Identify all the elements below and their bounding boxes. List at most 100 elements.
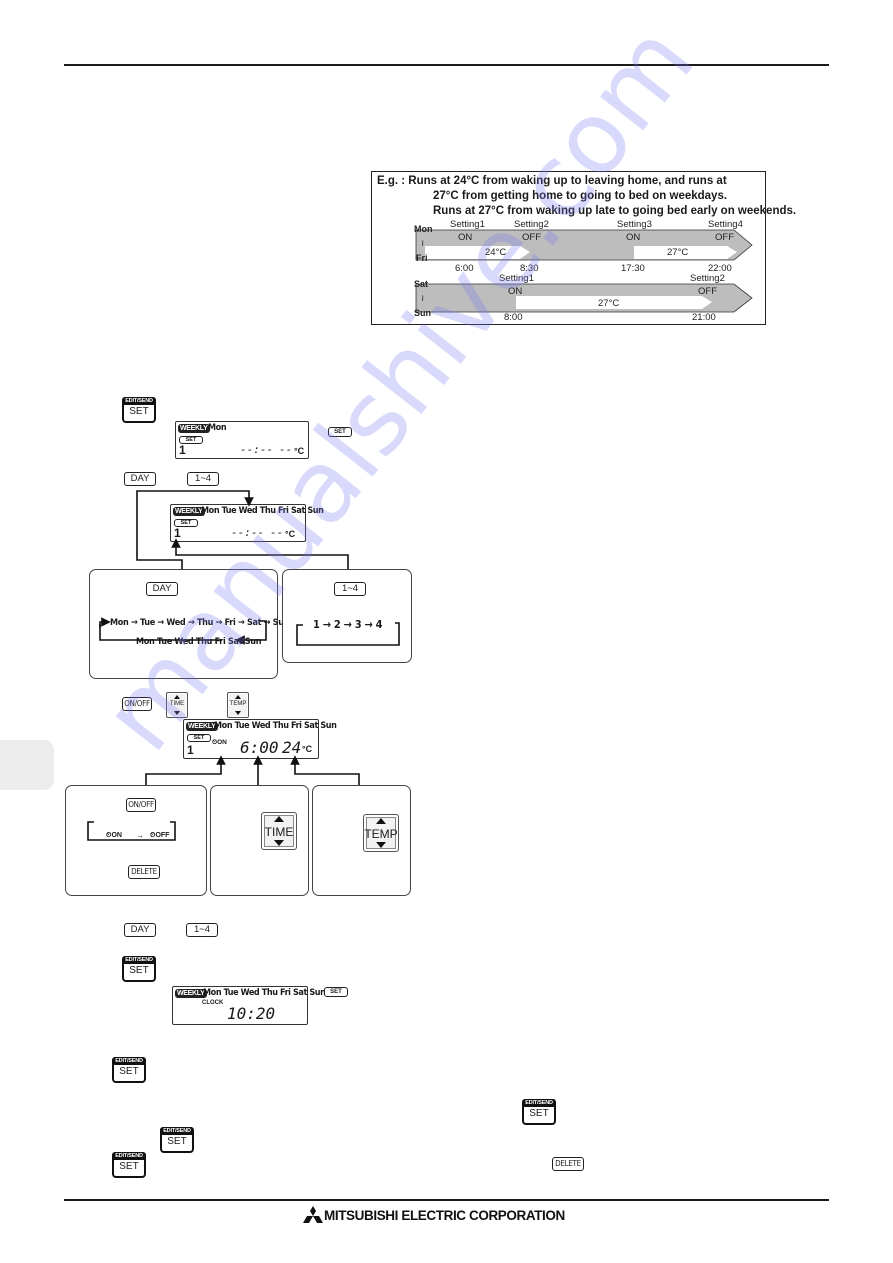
set-button-top-label: EDIT/SEND (112, 1152, 146, 1160)
weekly-indicator: WEEKLY (186, 722, 218, 731)
arrow-icon: → (136, 831, 144, 840)
weekday-end: Fri (416, 253, 428, 263)
set-button-note-2[interactable]: EDIT/SEND SET (160, 1127, 194, 1153)
temp-button-small[interactable]: TEMP (227, 692, 249, 718)
set-indicator-key: SET (324, 987, 348, 997)
weekly-indicator: WEEKLY (175, 989, 207, 998)
onoff-button-panel[interactable]: ON/OFF (126, 798, 156, 812)
lcd-days: Mon (208, 423, 227, 433)
timer-on-state: ⏲ON (106, 832, 122, 839)
chapter-side-tab (0, 740, 54, 790)
temp-button-label: TEMP (229, 701, 247, 707)
setting-number-sequence: 1 → 2 → 3 → 4 (313, 618, 383, 631)
lcd-display-2: WEEKLY Mon Tue Wed Thu Fri Sat Sun SET 1… (170, 504, 324, 542)
temp-button-large-label: TEMP (364, 827, 398, 841)
lcd-days: Mon Tue Wed Thu Fri Sat Sun (214, 721, 337, 731)
example-line-3: Runs at 27°C from waking up late to goin… (433, 205, 797, 217)
range-1-4-button-step4[interactable]: 1~4 (186, 923, 218, 937)
lcd-temp: -- (279, 443, 293, 456)
lcd-setting-number: 1 (174, 526, 181, 540)
weekend-setting-1: Setting1 (499, 273, 534, 284)
lcd-setting-number: 1 (187, 743, 194, 757)
down-arrow-icon (174, 711, 180, 715)
day-button-step4[interactable]: DAY (124, 923, 156, 937)
set-button-note-3[interactable]: EDIT/SEND SET (112, 1152, 146, 1178)
timer-off-state: ⏲OFF (150, 832, 170, 839)
lcd-time: 6:00 (240, 738, 279, 757)
temp-connector (290, 755, 360, 785)
weekday-start: Mon (414, 224, 433, 234)
onoff-connector (145, 755, 226, 785)
lcd-display-4: WEEKLY Mon Tue Wed Thu Fri Sat Sun CLOCK… (172, 986, 326, 1025)
set-button-step5[interactable]: EDIT/SEND SET (122, 956, 156, 982)
range-connector (171, 538, 349, 569)
weekend-state-1: ON (508, 286, 523, 297)
weekly-indicator: WEEKLY (173, 507, 205, 516)
example-line-2: 27°C from getting home to going to bed o… (433, 190, 728, 202)
set-button-step6[interactable]: EDIT/SEND SET (112, 1057, 146, 1083)
set-button-label: SET (167, 1136, 187, 1147)
lcd-temp: 24 (282, 738, 302, 757)
lcd-unit: °C (285, 529, 296, 539)
set-button-label: SET (129, 965, 149, 976)
weekday-temp-2: 27°C (667, 247, 689, 258)
set-button-label: SET (529, 1108, 549, 1119)
day-button-panel[interactable]: DAY (146, 582, 178, 596)
set-button[interactable]: EDIT/SEND SET (122, 397, 156, 423)
weekday-setting-1: Setting1 (450, 219, 485, 230)
weekday-setting-4: Setting4 (708, 219, 743, 230)
set-button-note-1[interactable]: EDIT/SEND SET (522, 1099, 556, 1125)
lcd-setting-number: 1 (179, 443, 186, 457)
delete-button[interactable]: DELETE (128, 865, 160, 879)
lcd-unit: °C (302, 744, 313, 754)
day-cycle-return: Mon Tue Wed Thu Fri Sat Sun (136, 637, 262, 647)
lcd-days: Mon Tue Wed Thu Fri Sat Sun (203, 988, 326, 998)
lcd-clock-label: CLOCK (202, 1000, 224, 1006)
lcd-time: --:-- (231, 526, 265, 539)
weekend-temp-1: 27°C (598, 298, 620, 309)
footer-rule (64, 1199, 829, 1201)
lcd-timer-on: ⏲ON (212, 739, 227, 746)
set-indicator-key: SET (328, 427, 352, 437)
set-button-top-label: EDIT/SEND (112, 1057, 146, 1065)
weekday-on-period-1 (425, 246, 530, 259)
weekly-indicator: WEEKLY (178, 424, 210, 433)
weekend-end: Sun (414, 308, 431, 318)
onoff-button[interactable]: ON/OFF (122, 697, 152, 711)
set-button-label: SET (119, 1161, 139, 1172)
day-cycle-panel: DAY Mon → Tue → Wed → Thu → Fri → Sat → … (89, 569, 290, 679)
day-button[interactable]: DAY (124, 472, 156, 486)
weekend-time-2: 21:00 (692, 312, 716, 323)
example-line-1: E.g. : Runs at 24°C from waking up to le… (377, 175, 727, 187)
down-arrow-icon (274, 840, 284, 846)
weekday-state-1: ON (458, 232, 473, 243)
down-arrow-icon (376, 842, 386, 848)
weekday-temp-1: 24°C (485, 247, 507, 258)
lcd-days: Mon Tue Wed Thu Fri Sat Sun (201, 506, 324, 516)
onoff-panel: ON/OFF ⏲ON → ⏲OFF DELETE (65, 785, 207, 896)
up-arrow-icon (274, 816, 284, 822)
set-button-top-label: EDIT/SEND (160, 1127, 194, 1135)
set-button-top-label: EDIT/SEND (122, 397, 156, 405)
down-arrow-icon (235, 711, 241, 715)
up-arrow-icon (174, 695, 180, 699)
example-schedule-box: E.g. : Runs at 24°C from waking up to le… (371, 171, 796, 325)
setting-number-panel: 1~4 1 → 2 → 3 → 4 (282, 569, 412, 663)
set-button-top-label: EDIT/SEND (122, 956, 156, 964)
lcd-unit: °C (294, 446, 305, 456)
weekend-state-2: OFF (698, 286, 717, 297)
up-arrow-icon (376, 818, 386, 824)
range-1-4-button-panel[interactable]: 1~4 (334, 582, 366, 596)
weekday-state-3: ON (626, 232, 641, 243)
delete-button-note[interactable]: DELETE (552, 1157, 584, 1171)
time-panel: TIME (210, 785, 309, 896)
range-1-4-button[interactable]: 1~4 (187, 472, 219, 486)
weekday-range: ≀ (421, 238, 425, 248)
time-button-small[interactable]: TIME (166, 692, 188, 718)
time-button-large[interactable]: TIME (261, 812, 297, 850)
time-button-label: TIME (169, 701, 185, 707)
day-cycle-sequence: Mon → Tue → Wed → Thu → Fri → Sat → Sun (110, 618, 290, 628)
lcd-display-1: WEEKLY Mon SET 1 --:-- -- °C (175, 421, 309, 459)
temp-button-large[interactable]: TEMP (363, 814, 399, 852)
time-button-large-label: TIME (264, 825, 294, 839)
